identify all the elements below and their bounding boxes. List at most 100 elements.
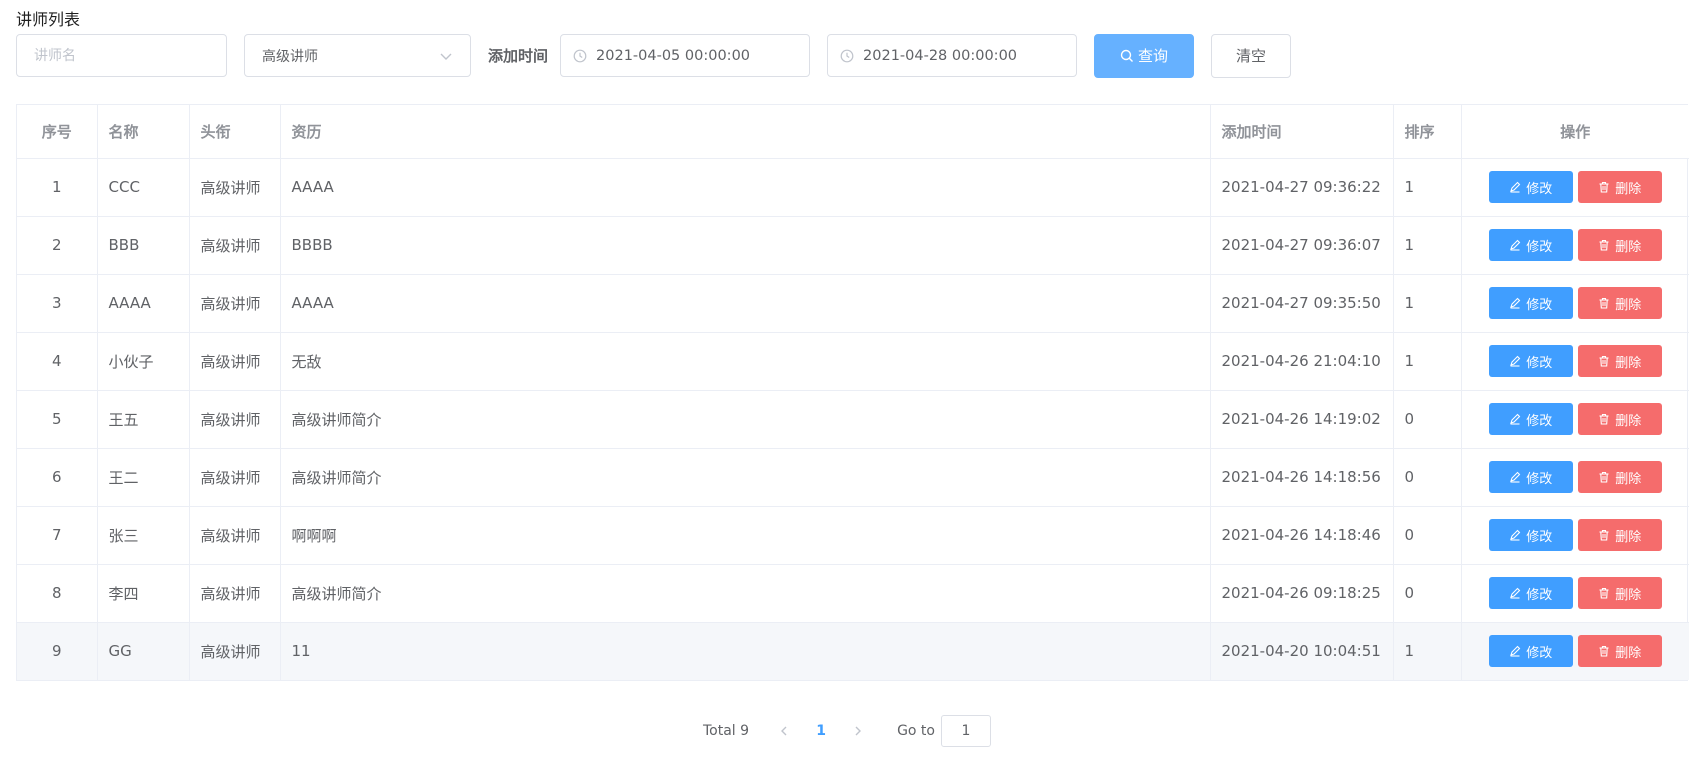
cell-sort: 1 [1393, 158, 1462, 217]
edit-icon [1510, 471, 1521, 483]
trash-icon [1599, 646, 1609, 657]
chevron-left-icon [781, 726, 787, 736]
edit-icon [1510, 181, 1521, 193]
cell-intro: AAAA [280, 274, 1211, 333]
prev-page-button[interactable] [769, 717, 799, 745]
cell-index: 8 [17, 564, 98, 623]
chevron-right-icon [855, 726, 862, 736]
cell-actions: 修改 删除 [1461, 506, 1689, 565]
delete-button[interactable]: 删除 [1577, 403, 1662, 435]
cell-sort: 0 [1393, 448, 1462, 507]
teacher-table: 序号 名称 头衔 资历 添加时间 排序 操作 1 CCC 高级讲师 AAAA 2021-… [16, 104, 1689, 681]
delete-button[interactable]: 删除 [1577, 229, 1662, 261]
edit-button-label: 修改 [1526, 587, 1553, 603]
edit-button-label: 修改 [1526, 529, 1553, 545]
edit-button-label: 修改 [1526, 355, 1553, 371]
cell-level: 高级讲师 [189, 158, 281, 217]
delete-button[interactable]: 删除 [1577, 461, 1662, 493]
query-button-label: 查询 [1138, 47, 1169, 65]
pagination: Total 9 1 Go to [703, 714, 991, 748]
trash-icon [1599, 297, 1609, 309]
teacher-name-input[interactable] [16, 34, 227, 77]
table-row: 8 李四 高级讲师 高级讲师简介 2021-04-26 09:18:25 0 修改 删除 [17, 564, 1689, 623]
edit-button[interactable]: 修改 [1488, 403, 1573, 435]
cell-name: BBB [97, 216, 190, 275]
edit-button[interactable]: 修改 [1488, 229, 1573, 261]
edit-icon [1510, 297, 1521, 309]
page-number-1[interactable]: 1 [799, 723, 843, 739]
table-row: 4 小伙子 高级讲师 无敌 2021-04-26 21:04:10 1 修改 删除 [17, 332, 1689, 391]
trash-icon [1599, 587, 1609, 599]
edit-button[interactable]: 修改 [1488, 635, 1573, 668]
cell-level: 高级讲师 [189, 216, 281, 275]
search-icon [1120, 49, 1133, 62]
delete-button[interactable]: 删除 [1577, 287, 1662, 319]
cell-intro: BBBB [280, 216, 1211, 275]
column-header-sort: 排序 [1393, 105, 1462, 159]
app-root: 讲师列表 高级讲师 添加时间 2021-04-05 00:00:00 2021-… [0, 0, 1705, 761]
cell-index: 9 [17, 622, 98, 680]
column-header-index: 序号 [17, 105, 98, 159]
date-start-value: 2021-04-05 00:00:00 [596, 47, 751, 64]
edit-icon [1510, 355, 1521, 367]
goto-page-input[interactable] [940, 715, 991, 747]
delete-button[interactable]: 删除 [1577, 519, 1662, 551]
level-select-value: 高级讲师 [262, 48, 318, 65]
delete-button[interactable]: 删除 [1577, 635, 1662, 668]
cell-intro: 无敌 [280, 332, 1211, 391]
date-end-picker[interactable]: 2021-04-28 00:00:00 [827, 34, 1078, 77]
delete-button-label: 删除 [1615, 529, 1642, 545]
query-button[interactable]: 查询 [1094, 33, 1195, 78]
table-row: 9 GG 高级讲师 11 2021-04-20 10:04:51 1 修改 删除 [17, 622, 1689, 680]
column-header-time: 添加时间 [1210, 105, 1394, 159]
delete-button[interactable]: 删除 [1577, 345, 1662, 377]
delete-button-label: 删除 [1615, 355, 1642, 371]
trash-icon [1599, 355, 1609, 367]
pagination-total: Total 9 [703, 723, 750, 739]
edit-button[interactable]: 修改 [1488, 461, 1573, 493]
edit-button-label: 修改 [1526, 471, 1553, 487]
cell-sort: 1 [1393, 332, 1462, 391]
edit-button-label: 修改 [1526, 239, 1553, 255]
cell-actions: 修改 删除 [1461, 622, 1689, 680]
cell-sort: 1 [1393, 216, 1462, 275]
page-title: 讲师列表 [16, 10, 81, 29]
edit-button[interactable]: 修改 [1488, 519, 1573, 551]
cell-name: GG [97, 622, 190, 680]
date-start-picker[interactable]: 2021-04-05 00:00:00 [560, 34, 811, 77]
table-row: 7 张三 高级讲师 啊啊啊 2021-04-26 14:18:46 0 修改 删除 [17, 506, 1689, 565]
edit-button[interactable]: 修改 [1488, 171, 1573, 203]
cell-index: 1 [17, 158, 98, 217]
edit-icon [1510, 587, 1521, 599]
cell-actions: 修改 删除 [1461, 332, 1689, 391]
cell-level: 高级讲师 [189, 506, 281, 565]
edit-icon [1510, 645, 1521, 657]
cell-level: 高级讲师 [189, 390, 281, 449]
table-body: 1 CCC 高级讲师 AAAA 2021-04-27 09:36:22 1 修改 删除 2 BBB… [17, 158, 1689, 680]
filter-form: 高级讲师 添加时间 2021-04-05 00:00:00 2021-04-28… [16, 33, 1292, 78]
cell-level: 高级讲师 [189, 448, 281, 507]
next-page-button[interactable] [843, 717, 873, 745]
edit-icon [1510, 413, 1521, 425]
delete-button-label: 删除 [1615, 297, 1642, 313]
cell-intro: 高级讲师简介 [280, 564, 1211, 623]
chevron-down-icon [440, 53, 452, 60]
cell-sort: 0 [1393, 564, 1462, 623]
table-header-row: 序号 名称 头衔 资历 添加时间 排序 操作 [17, 105, 1689, 159]
delete-button[interactable]: 删除 [1577, 577, 1662, 609]
cell-name: 小伙子 [97, 332, 190, 391]
cell-time: 2021-04-27 09:36:22 [1210, 158, 1394, 217]
edit-button[interactable]: 修改 [1488, 287, 1573, 319]
level-select[interactable]: 高级讲师 [244, 34, 471, 77]
edit-button[interactable]: 修改 [1488, 577, 1573, 609]
clear-button-label: 清空 [1236, 47, 1267, 65]
cell-actions: 修改 删除 [1461, 158, 1689, 217]
clear-button[interactable]: 清空 [1211, 33, 1292, 78]
cell-index: 6 [17, 448, 98, 507]
delete-button[interactable]: 删除 [1577, 171, 1662, 203]
clock-icon [573, 49, 587, 62]
edit-button[interactable]: 修改 [1488, 345, 1573, 377]
delete-button-label: 删除 [1615, 587, 1642, 603]
cell-index: 2 [17, 216, 98, 275]
cell-index: 5 [17, 390, 98, 449]
